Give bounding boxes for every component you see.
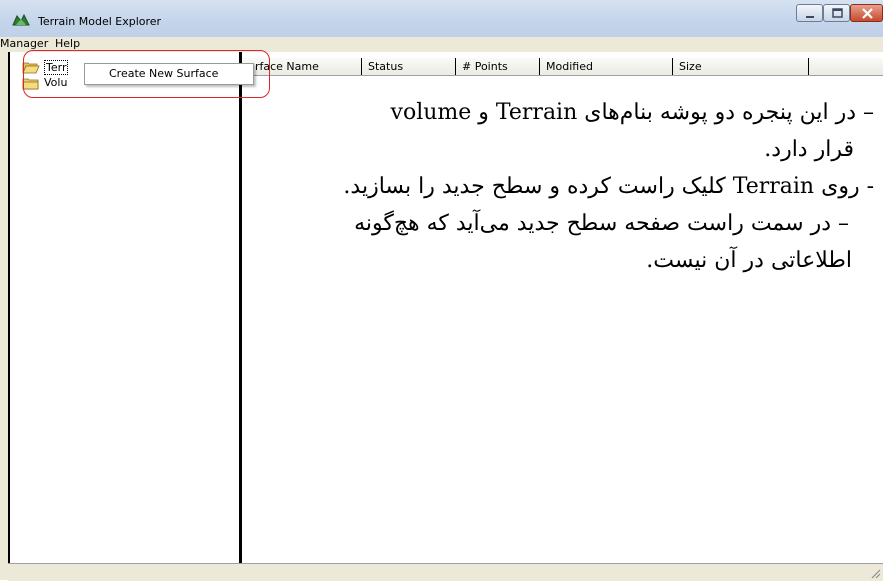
column-modified[interactable]: Modified [540,58,673,75]
tree-pane[interactable] [10,52,239,563]
status-bar [8,563,883,581]
resize-grip-icon[interactable] [869,567,881,579]
instruction-line: – در سمت راست صفحه سطح جدید می‌آید که هچ… [354,211,849,236]
instruction-text: – در این پنجره دو پوشه بنام‌های Terrain … [258,94,874,279]
instruction-line: - روی Terrain کلیک راست کرده و سطح جدید … [343,174,874,199]
app-window: Terrain Model Explorer Manager Help Terr [0,0,883,581]
column-size[interactable]: Size [673,58,809,75]
menu-manager[interactable]: Manager [0,37,48,50]
minimize-icon [806,16,814,18]
maximize-icon [832,8,843,18]
close-button[interactable] [850,4,883,22]
column-points[interactable]: # Points [456,58,540,75]
instruction-line: – در این پنجره دو پوشه بنام‌های Terrain … [390,100,874,125]
window-title: Terrain Model Explorer [38,15,162,28]
instruction-line: قرار دارد. [764,137,854,162]
menu-bar: Manager Help [0,37,883,51]
column-status[interactable]: Status [362,58,456,75]
maximize-button[interactable] [823,4,850,22]
pane-splitter[interactable] [239,52,242,563]
close-icon [862,8,873,19]
title-bar[interactable]: Terrain Model Explorer [0,0,883,37]
column-empty [809,58,883,75]
menu-help[interactable]: Help [55,37,80,50]
instruction-line: اطلاعاتی در آن نیست. [646,248,852,273]
terrain-tree-icon [12,13,30,27]
minimize-button[interactable] [796,4,823,22]
annotation-highlight [23,50,270,98]
list-header: urface Name Status # Points Modified Siz… [242,58,883,76]
